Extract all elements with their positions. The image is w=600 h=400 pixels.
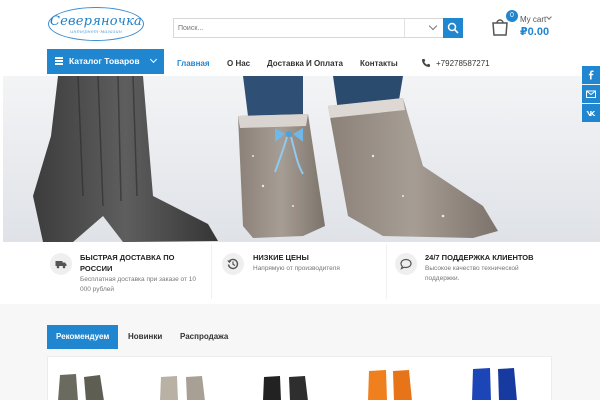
search-button[interactable] <box>443 18 463 38</box>
vk-button[interactable] <box>582 104 600 122</box>
facebook-button[interactable] <box>582 66 600 84</box>
truck-icon <box>55 261 67 269</box>
history-icon <box>227 258 239 270</box>
feature-support-title: 24/7 ПОДДЕРЖКА КЛИЕНТОВ <box>425 253 534 262</box>
site-logo[interactable]: Северяночка интернет-магазин <box>48 7 144 41</box>
feature-divider <box>211 244 212 299</box>
logo-subtitle: интернет-магазин <box>70 29 122 35</box>
chat-icon <box>400 258 412 270</box>
catalog-button[interactable]: Каталог Товаров <box>47 49 164 74</box>
search-input[interactable] <box>174 19 404 37</box>
hero-image <box>3 76 600 242</box>
tab-recommended[interactable]: Рекомендуем <box>47 325 119 349</box>
phone-number[interactable]: +79278587271 <box>436 59 490 68</box>
nav-link-about[interactable]: О Нас <box>227 59 250 68</box>
product-item[interactable] <box>58 374 104 400</box>
feature-prices-title: НИЗКИЕ ЦЕНЫ <box>253 253 309 262</box>
search-bar <box>173 18 463 38</box>
nav-link-home[interactable]: Главная <box>177 59 210 68</box>
feature-divider <box>386 244 387 299</box>
chevron-down-icon <box>149 55 158 64</box>
tab-sale[interactable]: Распродажа <box>180 325 228 349</box>
email-icon <box>586 90 596 98</box>
menu-icon <box>55 57 63 65</box>
tab-new[interactable]: Новинки <box>128 325 162 349</box>
facebook-icon <box>588 70 594 80</box>
nav-link-contacts[interactable]: Контакты <box>360 59 398 68</box>
email-button[interactable] <box>582 85 600 103</box>
main-nav: Каталог Товаров Главная О Нас Доставка И… <box>0 46 600 76</box>
product-item[interactable] <box>263 376 308 400</box>
feature-delivery-desc: Бесплатная доставка при заказе от 10 000 … <box>80 276 196 293</box>
category-select[interactable] <box>405 19 443 37</box>
logo-title: Северяночка <box>49 14 143 29</box>
feature-delivery-title: БЫСТРАЯ ДОСТАВКА ПО РОССИИ <box>80 253 175 273</box>
cart-count-badge: 0 <box>506 10 518 22</box>
feature-prices-icon <box>222 253 244 275</box>
cart-total: ₽0.00 <box>520 26 550 38</box>
hero-banner[interactable] <box>3 76 600 242</box>
search-icon <box>447 22 459 34</box>
nav-link-delivery[interactable]: Доставка И Оплата <box>267 59 343 68</box>
feature-support-desc: Высокое качество технической поддержки. <box>425 265 519 282</box>
product-thumbnails <box>58 368 517 400</box>
product-item[interactable] <box>160 376 205 400</box>
chevron-down-icon <box>546 14 552 20</box>
product-grid <box>47 356 552 400</box>
catalog-label: Каталог Товаров <box>69 56 140 66</box>
feature-delivery-icon <box>50 253 72 275</box>
header: Северяночка интернет-магазин 0 My cart ₽… <box>0 0 600 46</box>
feature-prices-desc: Напрямую от производителя <box>253 265 340 272</box>
cart-label[interactable]: My cart <box>520 15 546 24</box>
product-item[interactable] <box>472 368 517 400</box>
feature-support-icon <box>395 253 417 275</box>
product-item[interactable] <box>368 370 412 400</box>
vk-icon <box>586 111 596 116</box>
phone-icon <box>422 59 430 67</box>
